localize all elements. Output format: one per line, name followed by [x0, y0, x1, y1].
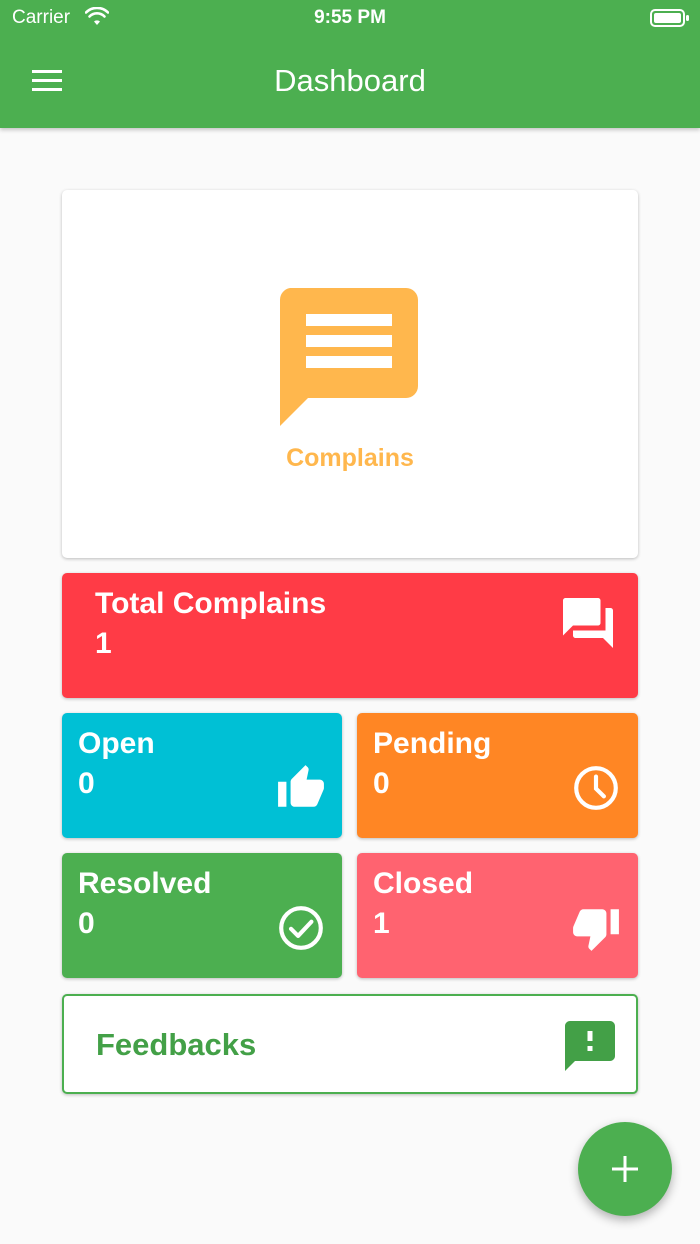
resolved-value: 0 [78, 907, 95, 940]
total-complains-card[interactable]: Total Complains 1 [62, 573, 638, 698]
pending-value: 0 [373, 767, 390, 800]
page-title: Dashboard [274, 63, 426, 98]
feedbacks-card[interactable]: Feedbacks [62, 994, 638, 1094]
feedbacks-label: Feedbacks [96, 1027, 257, 1062]
closed-value: 1 [373, 907, 390, 940]
status-bar: Carrier 9:55 PM [0, 0, 700, 36]
total-complains-label: Total Complains [95, 587, 327, 620]
pending-card[interactable]: Pending 0 [357, 713, 638, 838]
battery-icon [650, 8, 690, 34]
open-value: 0 [78, 767, 95, 800]
thumb-up-icon [278, 765, 324, 807]
feedback-icon [565, 1021, 615, 1071]
complains-label: Complains [286, 444, 414, 472]
plus-icon [612, 1156, 638, 1182]
clock-icon [574, 766, 618, 810]
thumb-down-icon [573, 909, 619, 951]
status-time: 9:55 PM [314, 7, 386, 28]
open-card[interactable]: Open 0 [62, 713, 342, 838]
open-label: Open [78, 727, 155, 760]
pending-label: Pending [373, 727, 492, 760]
closed-card[interactable]: Closed 1 [357, 853, 638, 978]
closed-label: Closed [373, 867, 474, 900]
chat-text-icon [279, 288, 418, 426]
forum-icon [563, 598, 613, 648]
complains-card[interactable]: Complains [62, 190, 638, 558]
resolved-card[interactable]: Resolved 0 [62, 853, 342, 978]
check-circle-icon [279, 906, 323, 950]
app-bar: Carrier 9:55 PM Dashboard [0, 0, 700, 128]
resolved-label: Resolved [78, 867, 212, 900]
total-complains-value: 1 [95, 627, 112, 660]
add-button[interactable] [578, 1122, 672, 1216]
